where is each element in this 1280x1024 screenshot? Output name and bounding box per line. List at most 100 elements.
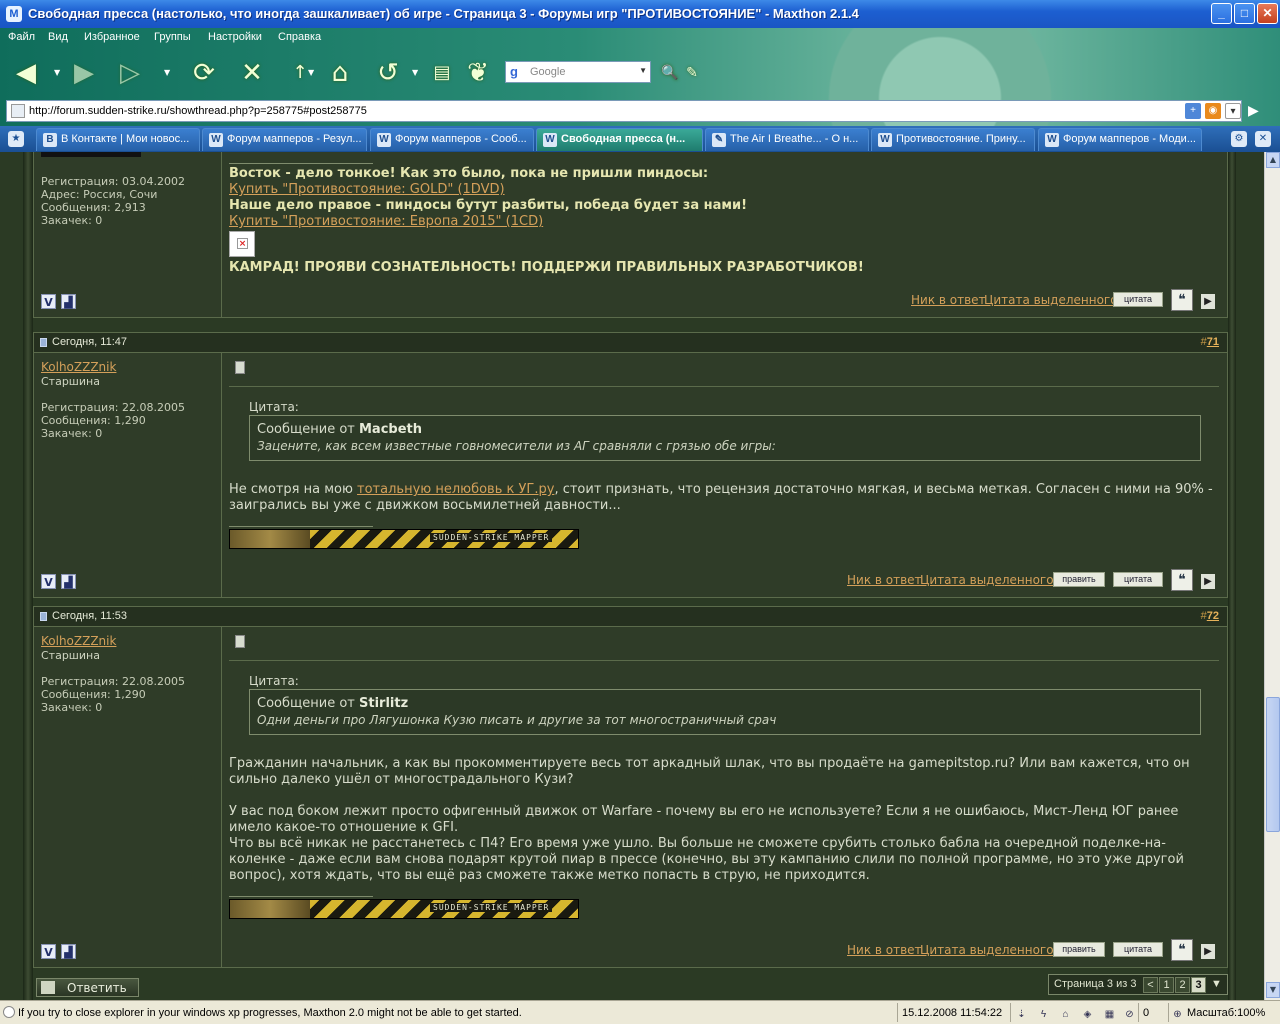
report-icon[interactable]: ▶ xyxy=(1201,294,1215,309)
page-border-right xyxy=(1228,152,1236,1000)
quote-selected-link[interactable]: Цитата выделенного xyxy=(984,293,1118,307)
tab-mappers-mods[interactable]: W Форум мапперов - Моди... xyxy=(1038,128,1202,151)
vertical-scrollbar[interactable]: ▲ ▼ xyxy=(1264,152,1280,1000)
tab-tools-icon[interactable]: ⚙ xyxy=(1231,131,1247,147)
address-dropdown-icon[interactable]: ▾ xyxy=(1225,103,1241,119)
menu-groups[interactable]: Группы xyxy=(154,31,191,43)
quote-selected-link[interactable]: Цитата выделенного xyxy=(920,943,1054,957)
multi-quote-icon[interactable]: ❝ xyxy=(1171,939,1193,961)
multi-quote-icon[interactable]: ❝ xyxy=(1171,569,1193,591)
download-icon[interactable]: ⇣ xyxy=(1015,1008,1028,1021)
tab-mappers-results[interactable]: W Форум мапперов - Резул... xyxy=(202,128,367,151)
google-icon[interactable]: g xyxy=(510,64,518,79)
back-dropdown-icon[interactable]: ▼ xyxy=(54,68,60,77)
profile-icon[interactable]: V xyxy=(41,944,56,959)
pm-icon[interactable]: ▟ xyxy=(61,294,76,309)
forward-icon[interactable]: ▶ xyxy=(66,56,102,90)
popup-blocker-icon[interactable]: ⊘ xyxy=(1123,1008,1136,1021)
nick-reply-link[interactable]: Ник в ответ xyxy=(847,943,922,957)
menu-file[interactable]: Файл xyxy=(8,31,35,43)
username-link[interactable]: KolhoZZZnik xyxy=(41,634,116,648)
forum-icon: W xyxy=(878,133,892,147)
post-number-link[interactable]: 71 xyxy=(1207,336,1219,348)
message-separator xyxy=(229,660,1219,661)
profile-icon[interactable]: V xyxy=(41,574,56,589)
message-separator xyxy=(229,386,1219,387)
edit-button[interactable]: править xyxy=(1053,942,1105,957)
post-number-link[interactable]: 72 xyxy=(1207,610,1219,622)
quote-button[interactable]: цитата xyxy=(1113,942,1163,957)
pm-icon[interactable]: ▟ xyxy=(61,944,76,959)
pager-menu-icon[interactable]: ▼ xyxy=(1209,977,1224,993)
menu-favorites[interactable]: Избранное xyxy=(84,31,140,43)
quote-button[interactable]: цитата xyxy=(1113,572,1163,587)
pager-prev[interactable]: < xyxy=(1143,977,1158,993)
profile-icon[interactable]: V xyxy=(41,294,56,309)
address-bar[interactable]: http://forum.sudden-strike.ru/showthread… xyxy=(6,100,1242,122)
pager-page-2[interactable]: 2 xyxy=(1175,977,1190,993)
proxy-icon[interactable]: ⌂ xyxy=(1059,1008,1072,1021)
menu-help[interactable]: Справка xyxy=(278,31,321,43)
scroll-thumb[interactable] xyxy=(1266,697,1280,832)
tab-mappers-message[interactable]: W Форум мапперов - Сооб... xyxy=(370,128,534,151)
signature-banner[interactable]: SUDDEN-STRIKE MAPPER xyxy=(229,529,579,549)
buy-europe-link[interactable]: Купить "Противостояние: Европа 2015" (1C… xyxy=(229,214,543,229)
nick-reply-link[interactable]: Ник в ответ xyxy=(847,573,922,587)
pm-icon[interactable]: ▟ xyxy=(61,574,76,589)
up-dropdown-icon[interactable]: ▼ xyxy=(308,68,314,77)
home-icon[interactable]: ⌂ xyxy=(322,56,358,90)
nick-reply-link[interactable]: Ник в ответ xyxy=(911,293,986,307)
minimize-button[interactable]: _ xyxy=(1211,3,1232,24)
address-url[interactable]: http://forum.sudden-strike.ru/showthread… xyxy=(29,105,367,117)
tab-vkontakte[interactable]: BВ Контакте | Мои новос... xyxy=(36,128,200,151)
tab-close-icon[interactable]: ✕ xyxy=(1255,131,1271,147)
stop-icon[interactable]: ✕ xyxy=(234,56,270,90)
menu-settings[interactable]: Настройки xyxy=(208,31,262,43)
maximize-button[interactable]: □ xyxy=(1234,3,1255,24)
web-services-icon[interactable]: ◈ xyxy=(1081,1008,1094,1021)
status-datetime: 15.12.2008 11:54:22 xyxy=(897,1003,1009,1022)
undo-dropdown-icon[interactable]: ▼ xyxy=(412,68,418,77)
favorites-icon[interactable]: ❦ xyxy=(460,56,496,90)
buy-gold-link[interactable]: Купить "Противостояние: GOLD" (1DVD) xyxy=(229,182,505,197)
add-favorite-icon[interactable]: + xyxy=(1185,103,1201,119)
quote-button[interactable]: цитата xyxy=(1113,292,1163,307)
refresh-icon[interactable]: ⟳ xyxy=(186,56,222,90)
rss-icon[interactable]: ◉ xyxy=(1205,103,1221,119)
go-icon[interactable]: ▶ xyxy=(1248,103,1268,121)
new-page-icon[interactable]: ▤ xyxy=(424,56,460,90)
scroll-up-icon[interactable]: ▲ xyxy=(1266,152,1280,168)
forward-alt-icon[interactable]: ▷ xyxy=(112,56,148,90)
menu-view[interactable]: Вид xyxy=(48,31,68,43)
edit-button[interactable]: править xyxy=(1053,572,1105,587)
close-button[interactable]: ✕ xyxy=(1257,3,1278,24)
pagination: Страница 3 из 3 < 1 2 3 ▼ xyxy=(1048,974,1228,995)
maxthon-app-icon[interactable]: M xyxy=(6,6,22,22)
quote-selected-link[interactable]: Цитата выделенного xyxy=(920,573,1054,587)
search-dropdown-icon[interactable]: ▼ xyxy=(639,66,647,75)
lightning-icon[interactable]: ϟ xyxy=(1037,1008,1050,1021)
highlight-icon[interactable]: ✎ xyxy=(674,56,710,90)
signature-separator xyxy=(229,526,373,527)
tab-list-icon[interactable]: ★ xyxy=(8,131,24,147)
reply-button[interactable]: Ответить xyxy=(36,978,139,997)
username-link[interactable]: KolhoZZZnik xyxy=(41,360,116,374)
search-input[interactable]: g Google ▼ xyxy=(505,61,651,83)
post-previous: Регистрация: 03.04.2002 Адрес: Россия, С… xyxy=(33,152,1228,318)
report-icon[interactable]: ▶ xyxy=(1201,574,1215,589)
forward-dropdown-icon[interactable]: ▼ xyxy=(164,68,170,77)
sidebar-icon[interactable]: ▦ xyxy=(1103,1008,1116,1021)
tab-protivostoyanie[interactable]: W Противостояние. Прину... xyxy=(871,128,1035,151)
undo-close-icon[interactable]: ↺ xyxy=(370,56,406,90)
scroll-down-icon[interactable]: ▼ xyxy=(1266,982,1280,998)
multi-quote-icon[interactable]: ❝ xyxy=(1171,289,1193,311)
zoom-level[interactable]: ⊕ Масштаб:100% xyxy=(1168,1003,1278,1022)
report-icon[interactable]: ▶ xyxy=(1201,944,1215,959)
back-icon[interactable]: ◀ xyxy=(8,56,44,90)
ug-link[interactable]: тотальную нелюбовь к УГ.ру xyxy=(357,482,554,497)
pager-page-1[interactable]: 1 xyxy=(1159,977,1174,993)
signature-banner[interactable]: SUDDEN-STRIKE MAPPER xyxy=(229,899,579,919)
tab-free-press[interactable]: W Свободная пресса (н... xyxy=(536,128,703,151)
signature-line-2: Наше дело правое - пиндосы бутут разбиты… xyxy=(229,198,748,213)
tab-air-i-breathe[interactable]: ✎ The Air I Breathe... - О н... xyxy=(705,128,869,151)
